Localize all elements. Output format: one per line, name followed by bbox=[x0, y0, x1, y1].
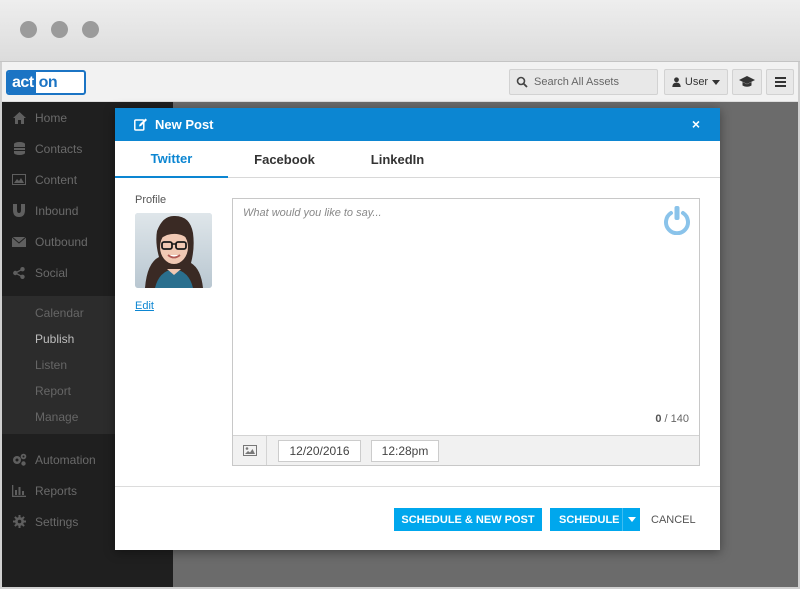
profile-label: Profile bbox=[135, 194, 167, 206]
schedule-button[interactable]: SCHEDULE bbox=[550, 508, 640, 531]
edit-profile-link[interactable]: Edit bbox=[135, 300, 154, 312]
image-icon bbox=[11, 173, 27, 187]
tab-twitter[interactable]: Twitter bbox=[115, 141, 228, 178]
image-icon bbox=[242, 445, 257, 456]
network-tabs: Twitter Facebook LinkedIn bbox=[115, 141, 720, 178]
database-icon bbox=[11, 142, 27, 156]
bar-chart-icon bbox=[11, 484, 27, 498]
new-post-modal: New Post × Twitter Facebook LinkedIn Pro… bbox=[115, 108, 720, 550]
sidebar-item-label: Content bbox=[35, 172, 78, 187]
modal-title: New Post bbox=[155, 117, 214, 132]
search-icon bbox=[516, 76, 528, 88]
sidebar-item-label: Settings bbox=[35, 514, 79, 529]
modal-header: New Post × bbox=[115, 108, 720, 141]
sidebar-item-label: Automation bbox=[35, 452, 96, 467]
close-icon[interactable]: × bbox=[692, 116, 700, 132]
post-composer[interactable]: What would you like to say... 0 / 140 12… bbox=[232, 198, 700, 466]
composer-placeholder: What would you like to say... bbox=[243, 207, 382, 219]
gear-icon bbox=[11, 515, 27, 529]
sidebar-item-label: Contacts bbox=[35, 141, 83, 156]
top-bar: act on Search All Assets User bbox=[2, 62, 798, 102]
character-counter: 0 / 140 bbox=[655, 413, 689, 425]
char-count: 0 bbox=[655, 413, 662, 425]
hamburger-icon bbox=[774, 77, 786, 87]
main-menu-button[interactable] bbox=[766, 69, 794, 95]
sidebar-item-label: Home bbox=[35, 110, 68, 125]
schedule-new-post-button[interactable]: SCHEDULE & NEW POST bbox=[394, 508, 542, 531]
training-button[interactable] bbox=[732, 69, 762, 95]
envelope-icon bbox=[11, 235, 27, 249]
window-control-dot[interactable] bbox=[82, 21, 99, 38]
browser-chrome bbox=[0, 0, 800, 62]
sidebar-item-label: Reports bbox=[35, 483, 78, 498]
window-control-dot[interactable] bbox=[20, 21, 37, 38]
sidebar-item-label: Inbound bbox=[35, 203, 79, 218]
schedule-label: SCHEDULE bbox=[559, 513, 620, 526]
edit-icon bbox=[134, 118, 147, 131]
graduation-cap-icon bbox=[739, 76, 755, 87]
chevron-down-icon bbox=[712, 79, 721, 85]
search-input[interactable]: Search All Assets bbox=[509, 69, 658, 95]
user-label: User bbox=[684, 76, 709, 88]
magnet-icon bbox=[11, 204, 27, 218]
date-field[interactable]: 12/20/2016 bbox=[278, 440, 361, 462]
user-icon bbox=[672, 77, 681, 87]
schedule-dropdown-toggle[interactable] bbox=[622, 508, 640, 531]
tab-linkedin[interactable]: LinkedIn bbox=[341, 141, 454, 178]
user-menu-button[interactable]: User bbox=[664, 69, 728, 95]
act-on-logo[interactable]: act on bbox=[6, 70, 86, 95]
sidebar-item-label: Outbound bbox=[35, 234, 88, 249]
cogs-icon bbox=[11, 453, 27, 467]
time-field[interactable]: 12:28pm bbox=[371, 440, 439, 462]
power-icon[interactable] bbox=[663, 205, 691, 240]
avatar bbox=[135, 213, 212, 288]
window-control-dot[interactable] bbox=[51, 21, 68, 38]
home-icon bbox=[11, 111, 27, 125]
composer-toolbar: 12/20/2016 12:28pm bbox=[233, 435, 699, 465]
logo-text-1: act bbox=[8, 72, 36, 93]
share-icon bbox=[11, 266, 27, 280]
char-limit: / 140 bbox=[664, 413, 689, 425]
add-image-button[interactable] bbox=[233, 436, 267, 465]
logo-text-2: on bbox=[38, 74, 58, 91]
modal-footer: SCHEDULE & NEW POST SCHEDULE CANCEL bbox=[115, 486, 720, 550]
chevron-down-icon bbox=[627, 517, 636, 522]
search-placeholder: Search All Assets bbox=[534, 76, 619, 88]
sidebar-item-label: Social bbox=[35, 265, 68, 280]
tab-facebook[interactable]: Facebook bbox=[228, 141, 341, 178]
cancel-button[interactable]: CANCEL bbox=[651, 508, 696, 531]
